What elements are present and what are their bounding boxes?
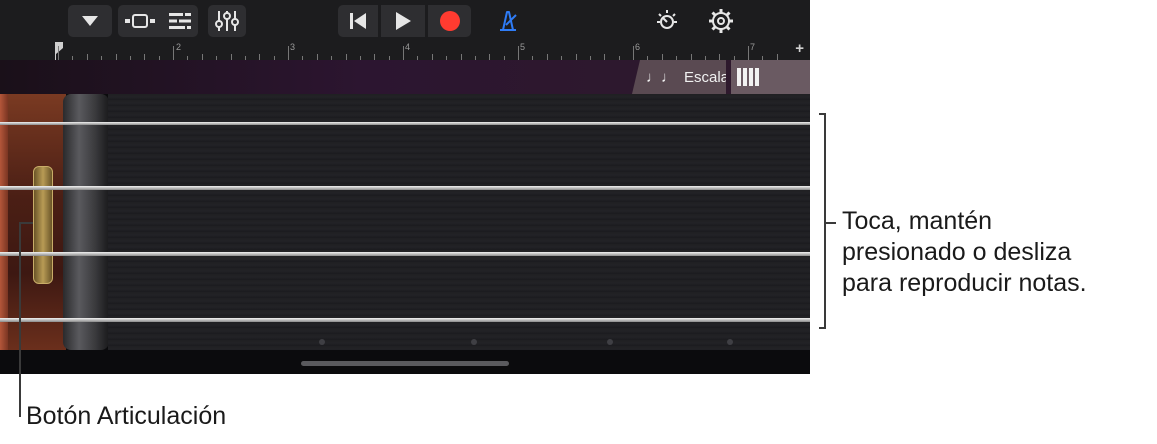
- bass-string[interactable]: [0, 252, 810, 256]
- fret-marker: [319, 339, 325, 345]
- ruler-bar-label: 2: [176, 42, 182, 52]
- music-note-icon: ♩♩: [646, 68, 676, 86]
- skip-back-icon: [350, 13, 366, 29]
- ruler-bar-label: 4: [405, 42, 411, 52]
- keyboard-icon: [737, 68, 759, 86]
- ruler-tick: [403, 46, 404, 60]
- callout-bracket-bottom: [819, 327, 825, 329]
- scale-button[interactable]: ♩♩ Escala: [632, 60, 726, 94]
- articulation-leader-top: [19, 222, 33, 224]
- articulation-button[interactable]: [33, 166, 53, 284]
- metronome-icon: [500, 11, 517, 31]
- tracks-view-button[interactable]: [168, 12, 192, 30]
- bass-nut: [63, 94, 109, 350]
- view-toggle-button[interactable]: [124, 13, 156, 29]
- metronome-button[interactable]: [490, 5, 526, 37]
- articulation-callout: Botón Articulación: [26, 402, 227, 430]
- triangle-down-icon: [82, 16, 98, 26]
- ruler-bar-label: 7: [750, 42, 756, 52]
- callout-line-3: para reproducir notas.: [842, 269, 1087, 297]
- ruler-tick: [518, 46, 519, 60]
- articulation-leader: [19, 222, 21, 417]
- bass-string[interactable]: [0, 186, 810, 190]
- fretboard[interactable]: [108, 94, 810, 350]
- gear-icon: [709, 9, 733, 33]
- timeline-ruler[interactable]: 2 3 4 5 6 7 +: [0, 40, 810, 61]
- garageband-app: 2 3 4 5 6 7 + ♩♩ Escala: [0, 0, 810, 374]
- ruler-tick: [58, 46, 59, 60]
- control-bar: [0, 0, 810, 42]
- settings-button[interactable]: [704, 5, 738, 37]
- ruler-bar-label: 5: [520, 42, 526, 52]
- playhead-marker[interactable]: [54, 42, 64, 60]
- record-button[interactable]: [428, 5, 471, 37]
- callout-line-1: Toca, mantén: [842, 207, 993, 235]
- brightness-dial-icon: [657, 10, 677, 29]
- ruler-bar-label: 3: [290, 42, 296, 52]
- mixer-controls-button[interactable]: [208, 5, 246, 37]
- ruler-tick: [748, 46, 749, 60]
- master-effects-button[interactable]: [650, 5, 684, 37]
- add-section-button[interactable]: +: [795, 40, 804, 57]
- bass-string[interactable]: [0, 122, 810, 125]
- ruler-tick: [633, 46, 634, 60]
- callout-leader: [826, 222, 836, 224]
- ruler-bar-label: 6: [635, 42, 641, 52]
- callout-line-2: presionado o desliza: [842, 238, 1072, 266]
- strings-callout: Toca, mantén presionado o desliza para r…: [842, 206, 1087, 299]
- sliders-icon: [215, 11, 239, 31]
- ruler-tick: [173, 46, 174, 60]
- transport-group: [338, 5, 471, 37]
- bass-string[interactable]: [0, 318, 810, 322]
- record-icon: [439, 11, 460, 31]
- view-buttons-group: [118, 5, 198, 37]
- home-indicator: [301, 361, 509, 366]
- fret-marker: [727, 339, 733, 345]
- play-icon: [396, 12, 411, 30]
- scale-button-label: Escala: [684, 68, 730, 86]
- browser-view-icon: [125, 14, 155, 28]
- tracks-icon: [169, 13, 191, 29]
- fret-marker: [471, 339, 477, 345]
- notes-view-button[interactable]: [731, 60, 810, 94]
- go-to-start-button[interactable]: [338, 5, 378, 37]
- tracks-dropdown-button[interactable]: [68, 5, 112, 37]
- ruler-tick: [288, 46, 289, 60]
- play-button[interactable]: [381, 5, 425, 37]
- fret-marker: [607, 339, 613, 345]
- callout-bracket: [824, 113, 826, 329]
